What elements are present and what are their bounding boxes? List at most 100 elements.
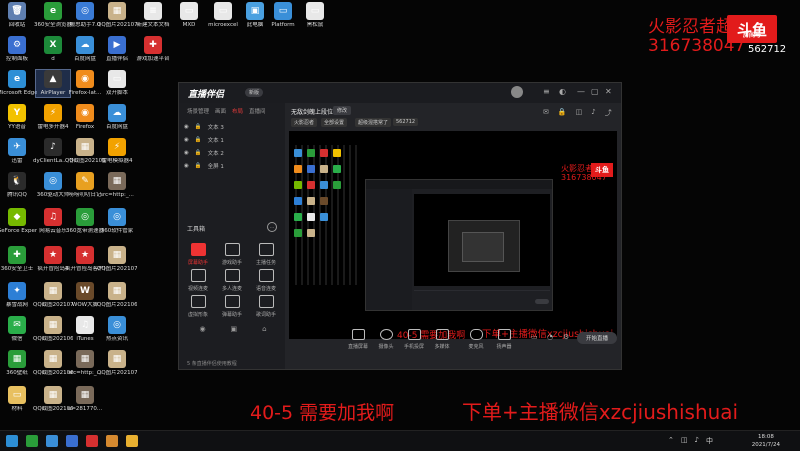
network-icon[interactable]: ◫ <box>681 436 688 446</box>
home-tool-icon[interactable]: ⌂ <box>262 325 266 337</box>
desktop-icon[interactable]: ⚡ 雷电模拟器4 <box>100 138 134 165</box>
record-icon[interactable]: ▭ <box>531 333 538 341</box>
tool-multi-link[interactable]: 多人连麦 <box>217 269 247 292</box>
eye-icon[interactable]: ◉ <box>184 150 189 156</box>
desktop-icon[interactable]: Y YY语音 <box>0 104 34 131</box>
source-screen-button[interactable]: 直播屏幕 <box>343 329 373 350</box>
source-media-button[interactable]: 多媒体 <box>427 329 457 350</box>
taskbar-folder-icon[interactable] <box>126 435 138 447</box>
category-chip[interactable]: 火影忍者 <box>291 118 318 127</box>
edit-title-button[interactable]: 修改 <box>333 106 352 115</box>
desktop-icon[interactable]: ▭ MXD <box>172 2 206 29</box>
desktop-icon[interactable]: ⚙ 控制面板 <box>0 36 34 63</box>
lock-icon[interactable]: 🔒 <box>195 163 202 169</box>
desktop-icon[interactable]: ▦ u=281770... <box>68 386 102 413</box>
settings-chip[interactable]: 全部设置 <box>321 118 348 127</box>
eye-icon[interactable]: ◉ <box>184 124 189 130</box>
scene-item[interactable]: ◉ 🔒 全屏 1 <box>184 162 224 170</box>
tray-up-icon[interactable]: ⌃ <box>668 436 674 446</box>
tab-layout[interactable]: 布局 <box>232 107 243 115</box>
desktop-icon[interactable]: ✈ 迅雷 <box>0 138 34 165</box>
ime-indicator[interactable]: 中 <box>706 436 713 446</box>
desktop-icon[interactable]: 🗑 回收站 <box>0 2 34 29</box>
desktop-icon[interactable]: ▶ 直播伴侣 <box>100 36 134 63</box>
microphone-button[interactable]: 麦克风 <box>461 329 491 350</box>
info-chip[interactable]: 超级混搭常了 <box>355 118 392 127</box>
desktop-icon[interactable]: 🐧 腾讯QQ <box>0 172 34 199</box>
tool-video-link[interactable]: 视频连麦 <box>183 269 213 292</box>
maximize-icon[interactable]: ▢ <box>591 87 599 96</box>
camera-tool-icon[interactable]: ◉ <box>199 325 205 337</box>
toolbox-more-icon[interactable]: … <box>267 222 277 232</box>
close-icon[interactable]: ✕ <box>605 87 612 96</box>
desktop-icon[interactable]: ✦ 暴雪战网 <box>0 282 34 309</box>
scene-item[interactable]: ◉ 🔒 文本 1 <box>184 136 224 144</box>
desktop-icon[interactable]: ▭ 黑松鼠 <box>298 2 332 29</box>
eye-icon[interactable]: ◉ <box>184 163 189 169</box>
mini-icon <box>294 149 302 157</box>
source-camera-button[interactable]: 摄像头 <box>371 329 401 350</box>
desktop-icon[interactable]: ▦ QQ图片20210722... <box>97 350 137 377</box>
tool-host-task[interactable]: 主播任务 <box>251 243 281 266</box>
desktop-icon[interactable]: ▦ QQ图片20210719... <box>97 2 137 29</box>
eye-icon[interactable]: ◉ <box>184 137 189 143</box>
tool-lyrics[interactable]: 歌词助手 <box>251 295 281 318</box>
gift-tool-icon[interactable]: ▣ <box>231 325 238 337</box>
taskbar-music-icon[interactable] <box>86 435 98 447</box>
tool-screen-assistant[interactable]: 屏幕助手 <box>183 243 213 266</box>
share-icon[interactable]: ⤴ <box>605 108 612 118</box>
speaker-button[interactable]: 扬声器 <box>489 329 519 350</box>
timer-icon[interactable]: ◔ <box>547 333 553 341</box>
desktop-icon[interactable]: ◎ 热点资讯 <box>100 316 134 343</box>
version-badge[interactable]: 新版 <box>245 88 264 97</box>
menu-icon[interactable]: ≡ <box>543 87 550 96</box>
desktop-icon[interactable]: ☁ 百度网盘 <box>100 104 134 131</box>
cart-icon[interactable]: ◫ <box>576 108 583 118</box>
scene-item[interactable]: ◉ 🔒 文本 2 <box>184 149 224 157</box>
minimize-icon[interactable]: — <box>577 87 585 96</box>
tab-room[interactable]: 直播间 <box>249 107 266 115</box>
tutorial-link[interactable]: 5 条直播伴侣使用教程 <box>187 360 237 367</box>
tool-virtual-avatar[interactable]: 虚拟形象 <box>183 295 213 318</box>
taskbar-360-icon[interactable] <box>26 435 38 447</box>
settings-icon[interactable]: ⚙ <box>563 333 569 341</box>
tool-voice-link[interactable]: 语音连麦 <box>251 269 281 292</box>
desktop-icon[interactable]: ✚ 游戏加速平台 <box>136 36 170 63</box>
lock-icon[interactable]: 🔒 <box>195 124 202 130</box>
desktop-icon[interactable]: e Microsoft Edge <box>0 70 37 97</box>
taskbar-mail-icon[interactable] <box>66 435 78 447</box>
scene-item[interactable]: ◉ 🔒 文本 3 <box>184 123 224 131</box>
desktop-icon[interactable]: ◆ GeForce Experience <box>0 208 37 235</box>
desktop-icon[interactable]: ▦ QQ图片20210605... <box>97 282 137 309</box>
start-live-button[interactable]: 开始直播 <box>577 332 617 344</box>
taskbar-game-icon[interactable] <box>106 435 118 447</box>
stream-preview[interactable]: 火影忍者超 316738047 斗鱼 40-5 需要加我啊 下单+主播微信xzc… <box>289 131 617 339</box>
volume-icon[interactable]: ♪ <box>695 436 699 446</box>
desktop-icon[interactable]: ◎ 360软件管家 <box>100 208 134 235</box>
desktop-icon[interactable]: ▭ 双开脚本 <box>100 70 134 97</box>
desktop-icon[interactable]: ▦ src=http:_... <box>100 172 134 199</box>
desktop-icon[interactable]: ▦ QQ图片20210719... <box>97 246 137 273</box>
desktop-icon[interactable]: ✉ 微信 <box>0 316 34 343</box>
live-companion-window[interactable]: 直播伴侣 新版 ≡ ◐ — ▢ ✕ 场景管理 画面 布局 直播间 ◉ 🔒 文本 3 … <box>178 82 622 370</box>
start-button[interactable] <box>6 435 18 447</box>
lock-icon[interactable]: 🔒 <box>195 150 202 156</box>
source-phone-button[interactable]: 手机投屏 <box>399 329 429 350</box>
desktop-icon[interactable]: ≡ 新建文本文档 <box>136 2 170 29</box>
tool-game-assistant[interactable]: 游戏助手 <box>217 243 247 266</box>
skin-icon[interactable]: ◐ <box>559 87 566 96</box>
gift-icon[interactable]: ✉ <box>543 108 549 118</box>
tool-danmaku[interactable]: 弹幕助手 <box>217 295 247 318</box>
avatar[interactable] <box>511 86 523 98</box>
bell-icon[interactable]: ♪ <box>591 108 595 118</box>
desktop-icon[interactable]: ▭ 材料 <box>0 386 34 413</box>
tab-screen[interactable]: 画面 <box>215 107 226 115</box>
tab-scene-manage[interactable]: 场景管理 <box>187 107 209 115</box>
window-titlebar[interactable]: 直播伴侣 新版 ≡ ◐ — ▢ ✕ <box>179 83 621 103</box>
desktop-icon[interactable]: ✚ 360安全卫士 <box>0 246 34 273</box>
desktop-icon[interactable]: ▦ 360壁纸 <box>0 350 34 377</box>
system-clock[interactable]: 18:08 2021/7/24 <box>752 433 780 449</box>
taskbar-browser-icon[interactable] <box>46 435 58 447</box>
lock-icon[interactable]: 🔒 <box>558 108 567 118</box>
lock-icon[interactable]: 🔒 <box>195 137 202 143</box>
